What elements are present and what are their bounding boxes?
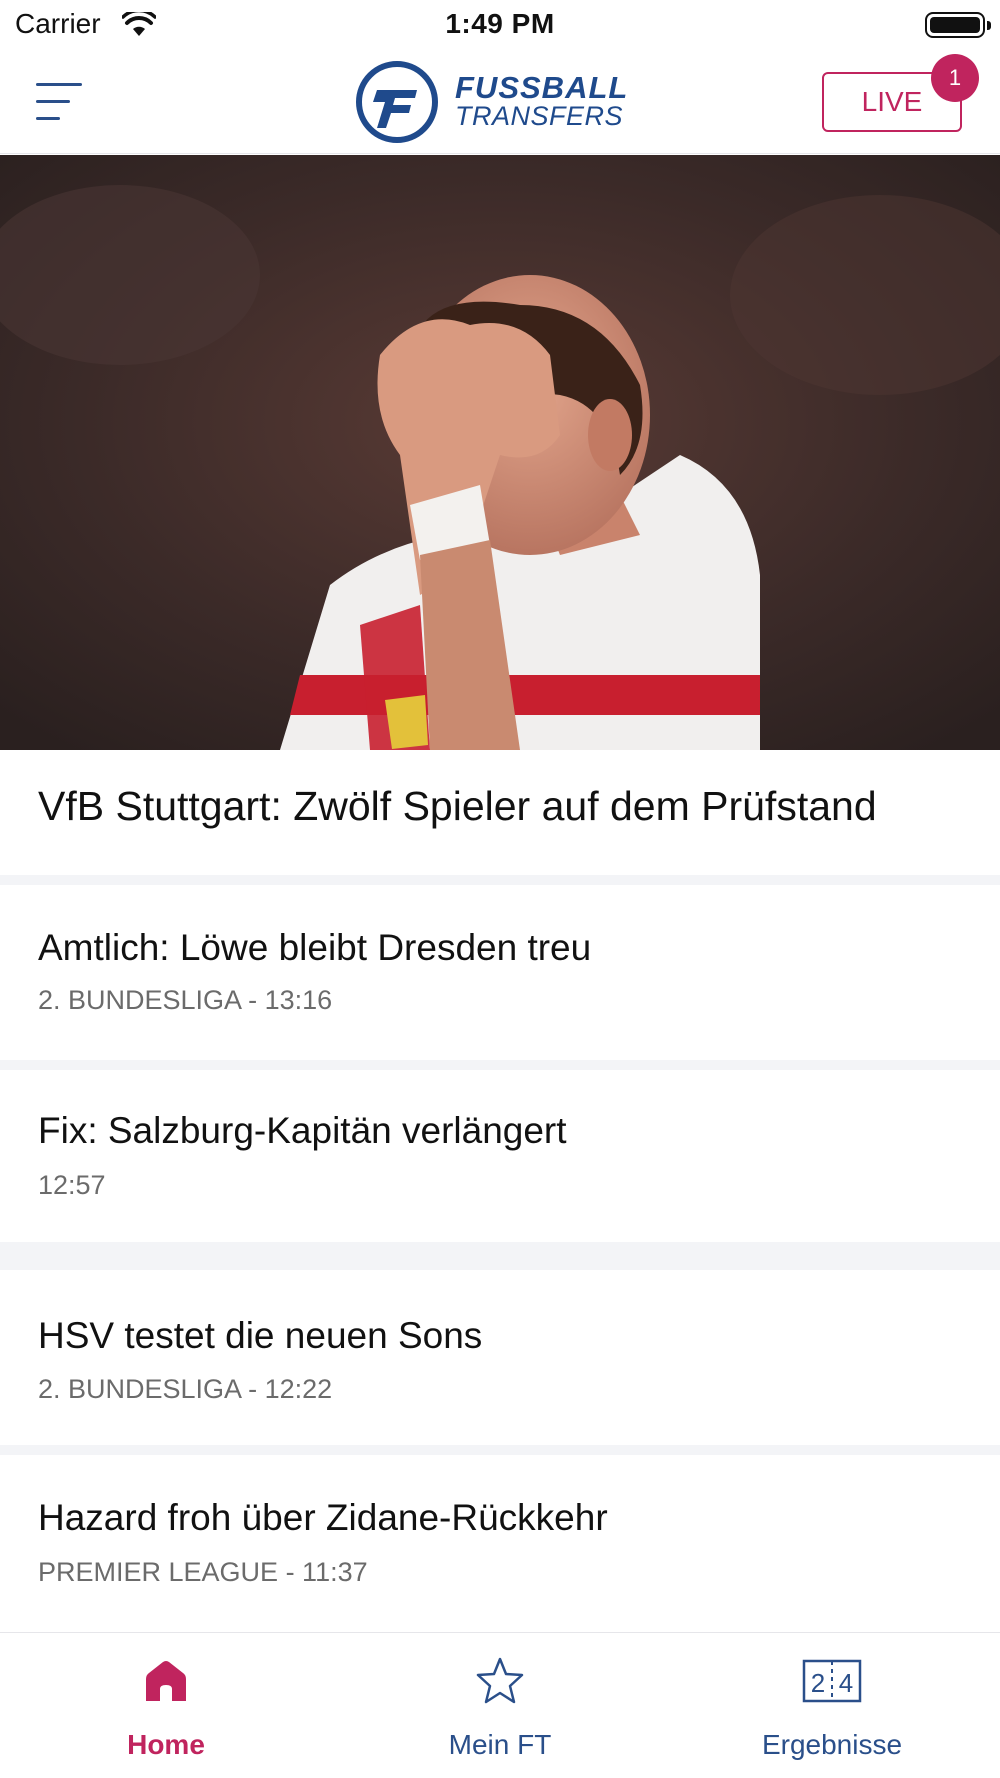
article-title: HSV testet die neuen Sons — [38, 1315, 483, 1356]
tab-mein-ft[interactable]: Mein FT — [400, 1633, 600, 1778]
article-title: Fix: Salzburg-Kapitän verlängert — [38, 1110, 567, 1151]
app-header: FUSSBALL TRANSFERS LIVE 1 — [0, 50, 1000, 154]
star-icon — [476, 1657, 524, 1704]
tab-home[interactable]: Home — [66, 1633, 266, 1778]
article-item[interactable]: Hazard froh über Zidane-Rückkehr PREMIER… — [0, 1455, 1000, 1630]
article-meta: 2. BUNDESLIGA - 12:22 — [38, 1374, 332, 1405]
hero-photo — [0, 155, 1000, 750]
separator — [0, 1242, 1000, 1270]
scoreboard-left-digit: 2 — [811, 1668, 825, 1698]
tab-mein-ft-label: Mein FT — [448, 1729, 552, 1760]
tab-bar: Home Mein FT 2 4 Ergebnisse — [0, 1632, 1000, 1778]
article-league: 2. BUNDESLIGA — [38, 985, 241, 1015]
app-logo: FUSSBALL TRANSFERS — [355, 60, 645, 146]
article-item[interactable]: Fix: Salzburg-Kapitän verlängert 12:57 — [0, 1070, 1000, 1242]
logo-text: FUSSBALL TRANSFERS — [455, 70, 629, 131]
status-bar: Carrier 1:49 PM — [0, 0, 1000, 50]
separator — [0, 1060, 1000, 1070]
hero-article-title[interactable]: VfB Stuttgart: Zwölf Spieler auf dem Prü… — [38, 783, 877, 830]
article-time: - 12:22 — [240, 1374, 333, 1404]
hero-image[interactable] — [0, 155, 1000, 750]
article-league: 2. BUNDESLIGA — [38, 1374, 241, 1404]
article-meta: 2. BUNDESLIGA - 13:16 — [38, 985, 332, 1016]
article-meta: 12:57 — [38, 1170, 106, 1201]
status-time: 1:49 PM — [445, 8, 555, 39]
separator — [0, 875, 1000, 885]
article-item[interactable]: HSV testet die neuen Sons 2. BUNDESLIGA … — [0, 1270, 1000, 1445]
article-league: PREMIER LEAGUE — [38, 1557, 279, 1587]
tab-home-label: Home — [127, 1729, 205, 1760]
tab-ergebnisse[interactable]: 2 4 Ergebnisse — [732, 1633, 932, 1778]
article-time: - 11:37 — [278, 1557, 368, 1587]
article-meta: PREMIER LEAGUE - 11:37 — [38, 1557, 368, 1588]
home-icon — [146, 1661, 186, 1701]
scoreboard-icon: 2 4 — [802, 1659, 862, 1703]
live-count-badge: 1 — [931, 54, 979, 102]
menu-button[interactable] — [36, 80, 86, 124]
logo-line1: FUSSBALL — [455, 70, 629, 105]
article-title: Amtlich: Löwe bleibt Dresden treu — [38, 927, 592, 968]
logo-mark-icon — [356, 61, 438, 143]
article-time: 12:57 — [38, 1170, 106, 1200]
separator — [0, 1445, 1000, 1455]
logo-line2: TRANSFERS — [455, 101, 624, 131]
tab-ergebnisse-label: Ergebnisse — [761, 1729, 903, 1760]
article-time: - 13:16 — [240, 985, 333, 1015]
article-item[interactable]: Amtlich: Löwe bleibt Dresden treu 2. BUN… — [0, 885, 1000, 1060]
battery-icon — [925, 12, 991, 38]
article-title: Hazard froh über Zidane-Rückkehr — [38, 1497, 608, 1538]
scoreboard-right-digit: 4 — [839, 1668, 853, 1698]
